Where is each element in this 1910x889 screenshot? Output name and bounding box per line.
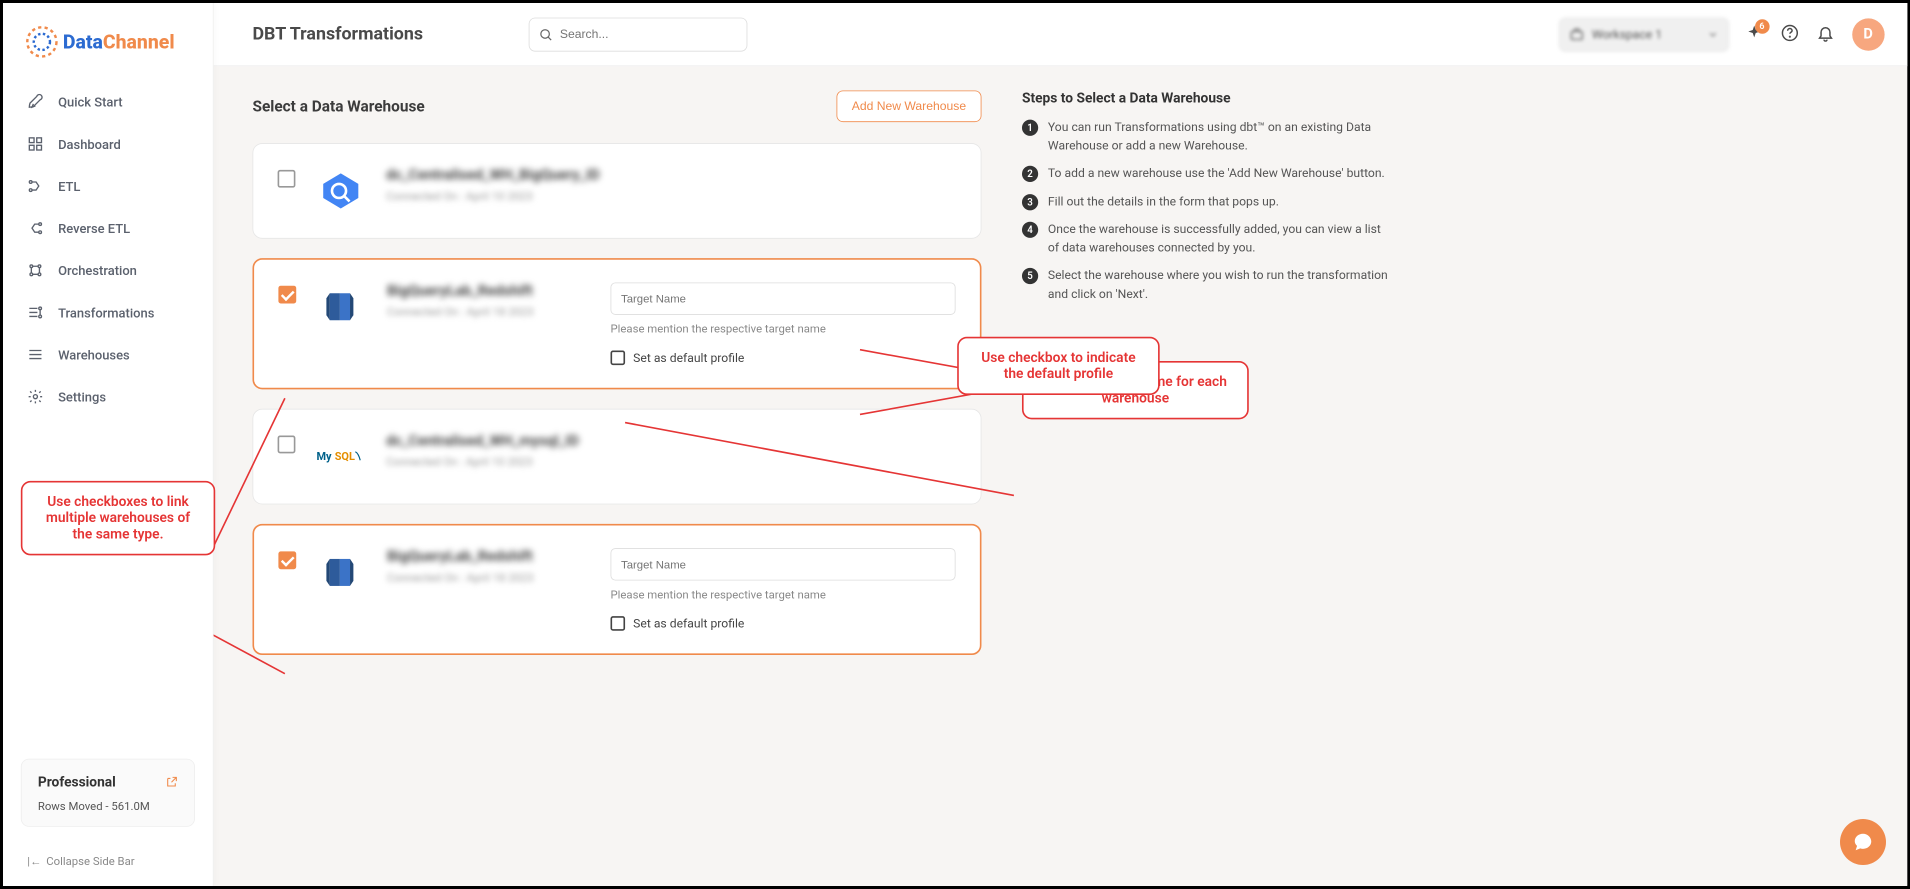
main: DBT Transformations Workspace 1 6 <box>214 3 1907 886</box>
warehouse-date: Connected On : April 10 2023 <box>386 456 589 469</box>
brand-logo: DataChannel <box>3 3 213 73</box>
gear-icon <box>27 389 43 405</box>
annotation-default: Use checkbox to indicate the default pro… <box>957 337 1160 395</box>
warehouse-card[interactable]: BigQueryLab_Redshift Connected On : Apri… <box>252 524 981 655</box>
warehouse-name: dc_Centralised_WH_BigQuery_ID <box>386 167 589 184</box>
nav-reverse-etl[interactable]: Reverse ETL <box>3 207 213 249</box>
default-profile-label: Set as default profile <box>633 616 744 631</box>
target-helper: Please mention the respective target nam… <box>611 589 956 602</box>
redshift-logo-icon <box>317 282 366 331</box>
collapse-sidebar[interactable]: |← Collapse Side Bar <box>3 841 213 886</box>
content: Select a Data Warehouse Add New Warehous… <box>214 66 1907 886</box>
rocket-icon <box>27 94 43 110</box>
nav-warehouses[interactable]: Warehouses <box>3 333 213 375</box>
add-warehouse-button[interactable]: Add New Warehouse <box>836 90 981 122</box>
nav-label: Settings <box>58 389 106 404</box>
step-item: 4Once the warehouse is successfully adde… <box>1022 220 1395 256</box>
default-profile-checkbox[interactable] <box>611 616 626 631</box>
default-profile-label: Set as default profile <box>633 350 744 365</box>
plan-card: Professional Rows Moved - 561.0M <box>21 759 195 827</box>
warehouse-list-col: Select a Data Warehouse Add New Warehous… <box>252 90 981 674</box>
nav-settings[interactable]: Settings <box>3 376 213 418</box>
orchestration-icon <box>27 262 43 278</box>
workspace-label: Workspace 1 <box>1592 27 1699 42</box>
warehouse-name: dc_Centralised_WH_mysql_ID <box>386 432 589 449</box>
warehouse-card[interactable]: MySQL dc_Centralised_WH_mysql_ID Connect… <box>252 409 981 505</box>
collapse-label: Collapse Side Bar <box>46 855 134 868</box>
svg-text:DataChannel: DataChannel <box>63 30 175 53</box>
warehouse-card[interactable]: dc_Centralised_WH_BigQuery_ID Connected … <box>252 143 981 239</box>
step-item: 1You can run Transformations using dbt™ … <box>1022 118 1395 154</box>
section-title: Select a Data Warehouse <box>252 97 424 116</box>
annotation-checkbox: Use checkboxes to link multiple warehous… <box>21 481 215 556</box>
chat-bubble[interactable] <box>1840 819 1886 865</box>
dashboard-icon <box>27 136 43 152</box>
nav: Quick Start Dashboard ETL Reverse ETL Or… <box>3 73 213 745</box>
reverse-etl-icon <box>27 220 43 236</box>
warehouse-date: Connected On : April 18 2023 <box>387 572 590 585</box>
notification-badge: 6 <box>1755 19 1770 34</box>
mysql-logo-icon: MySQL <box>316 432 365 481</box>
target-helper: Please mention the respective target nam… <box>611 323 956 336</box>
step-item: 3Fill out the details in the form that p… <box>1022 192 1395 210</box>
briefcase-icon <box>1569 27 1584 42</box>
etl-icon <box>27 178 43 194</box>
warehouse-name: BigQueryLab_Redshift <box>387 548 590 565</box>
warehouse-checkbox[interactable] <box>278 286 296 304</box>
collapse-icon: |← <box>27 854 41 868</box>
nav-label: Reverse ETL <box>58 220 130 235</box>
search-wrap <box>528 17 747 51</box>
topbar-icons: 6 D <box>1745 18 1884 50</box>
nav-label: Orchestration <box>58 263 137 278</box>
svg-text:SQL: SQL <box>335 450 355 463</box>
nav-orchestration[interactable]: Orchestration <box>3 249 213 291</box>
sidebar: DataChannel Quick Start Dashboard ETL Re… <box>3 3 214 886</box>
warehouse-card[interactable]: BigQueryLab_Redshift Connected On : Apri… <box>252 258 981 389</box>
nav-dashboard[interactable]: Dashboard <box>3 123 213 165</box>
chevron-down-icon <box>1707 29 1718 40</box>
external-link-icon[interactable] <box>165 776 178 789</box>
steps-title: Steps to Select a Data Warehouse <box>1022 90 1395 106</box>
nav-label: Dashboard <box>58 136 121 151</box>
topbar: DBT Transformations Workspace 1 6 <box>214 3 1907 66</box>
svg-text:My: My <box>316 450 332 463</box>
nav-label: Transformations <box>58 305 154 320</box>
bell-button[interactable] <box>1816 24 1834 45</box>
target-name-input[interactable] <box>611 548 956 580</box>
warehouse-checkbox[interactable] <box>278 436 296 454</box>
chat-icon <box>1852 831 1874 853</box>
nav-label: Quick Start <box>58 94 123 109</box>
warehouse-date: Connected On : April 18 2023 <box>387 306 590 319</box>
default-profile-checkbox[interactable] <box>611 350 626 365</box>
help-button[interactable] <box>1781 24 1799 45</box>
plan-title: Professional <box>38 774 116 790</box>
step-item: 5Select the warehouse where you wish to … <box>1022 266 1395 302</box>
target-name-input[interactable] <box>611 282 956 314</box>
help-icon <box>1781 24 1799 42</box>
nav-label: Warehouses <box>58 347 130 362</box>
warehouse-checkbox[interactable] <box>278 170 296 188</box>
nav-transformations[interactable]: Transformations <box>3 291 213 333</box>
search-input[interactable] <box>528 17 747 51</box>
steps-panel: Steps to Select a Data Warehouse 1You ca… <box>1022 90 1395 312</box>
plan-rows: Rows Moved - 561.0M <box>38 800 178 813</box>
bell-icon <box>1816 24 1834 42</box>
warehouse-date: Connected On : April 10 2023 <box>386 190 589 203</box>
nav-label: ETL <box>58 178 80 193</box>
nav-etl[interactable]: ETL <box>3 165 213 207</box>
warehouses-icon <box>27 346 43 362</box>
sparkle-button[interactable]: 6 <box>1745 24 1763 45</box>
avatar[interactable]: D <box>1852 18 1884 50</box>
redshift-logo-icon <box>317 548 366 597</box>
step-item: 2To add a new warehouse use the 'Add New… <box>1022 164 1395 182</box>
warehouse-name: BigQueryLab_Redshift <box>387 282 590 299</box>
bigquery-logo-icon <box>316 167 365 216</box>
search-icon <box>538 27 553 42</box>
transformations-icon <box>27 304 43 320</box>
workspace-select[interactable]: Workspace 1 <box>1559 17 1729 51</box>
warehouse-checkbox[interactable] <box>278 551 296 569</box>
page-title: DBT Transformations <box>252 24 423 44</box>
nav-quick-start[interactable]: Quick Start <box>3 81 213 123</box>
